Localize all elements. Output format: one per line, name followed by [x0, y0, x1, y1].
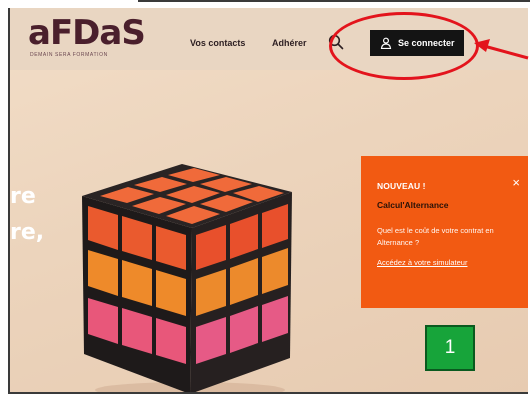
highlight-circle-annotation [329, 12, 479, 80]
logo-tagline: DEMAIN SERA FORMATION [30, 52, 108, 58]
simulator-link[interactable]: Accédez à votre simulateur [377, 258, 528, 267]
step-number-badge: 1 [425, 325, 475, 371]
hero-text-fragment: re, [10, 220, 45, 245]
top-border-line [138, 0, 530, 2]
arrow-annotation [474, 39, 529, 60]
afdas-logo[interactable]: aFDaS [28, 16, 146, 50]
nav-link-adherer[interactable]: Adhérer [272, 38, 307, 48]
nav-link-contacts[interactable]: Vos contacts [190, 38, 245, 48]
rubiks-cube-image [82, 164, 292, 392]
promo-description: Quel est le coût de votre contrat en Alt… [377, 226, 494, 247]
hero-text-fragment: re [10, 184, 36, 209]
promo-badge: NOUVEAU ! [377, 181, 426, 191]
promo-panel: × NOUVEAU ! Calcul'Alternance Quel est l… [361, 156, 528, 308]
close-icon[interactable]: × [512, 176, 520, 189]
promo-title: Calcul'Alternance [377, 200, 449, 210]
